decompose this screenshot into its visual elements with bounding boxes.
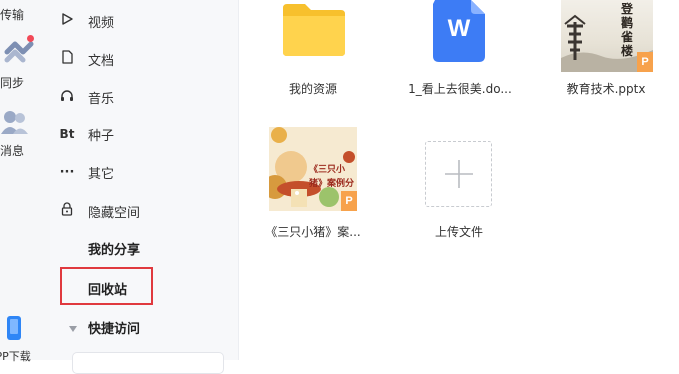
file-name[interactable]: 《三只小猪》案... — [248, 223, 378, 240]
sidebar-item-torrent[interactable]: Bt 种子 — [60, 122, 115, 146]
rail-app-download-label[interactable]: APP下载 — [0, 348, 31, 364]
file-tile-pptx-2[interactable]: 《三只小猪》案例分 P — [269, 127, 357, 211]
ppt-badge: P — [637, 52, 653, 72]
pptx-thumb-text: 登鹳雀楼 — [621, 2, 634, 58]
message-icon[interactable] — [0, 108, 30, 136]
notification-dot — [27, 35, 34, 42]
file-name[interactable]: 1_看上去很美.do... — [395, 80, 525, 97]
sidebar-item-document[interactable]: 文档 — [62, 47, 115, 71]
bt-icon: Bt — [59, 127, 75, 141]
sidebar-item-label: 视频 — [88, 15, 115, 31]
quick-access-label: 快捷访问 — [88, 321, 141, 337]
file-tile-word[interactable]: W — [431, 0, 487, 62]
file-tile-pptx-1[interactable]: 登鹳雀楼 P — [561, 0, 653, 72]
file-name[interactable]: 我的资源 — [248, 80, 378, 97]
sidebar-item-label: 文档 — [88, 53, 115, 69]
phone-icon[interactable] — [6, 315, 22, 341]
file-tile-folder[interactable] — [279, 0, 349, 66]
sidebar-item-label: 其它 — [88, 166, 115, 182]
sidebar-item-video[interactable]: 视频 — [62, 9, 115, 33]
file-name[interactable]: 教育技术.pptx — [541, 80, 671, 97]
document-icon — [52, 50, 82, 68]
pptx-thumb-text: 《三只小猪》案例分 — [309, 165, 355, 189]
upload-label[interactable]: 上传文件 — [394, 223, 524, 240]
sidebar: 视频 文档 音乐 Bt 种子 ··· 其它 隐藏空间 我的分享 回收站 快捷访问 — [50, 0, 239, 374]
folder-icon — [283, 4, 345, 56]
caret-down-icon — [69, 321, 77, 336]
sidebar-item-label: 种子 — [88, 128, 115, 144]
left-rail: 传输 同步 消息 APP下载 — [0, 0, 50, 363]
headphones-icon — [52, 89, 82, 106]
upload-button[interactable] — [425, 141, 492, 207]
ppt-badge: P — [341, 191, 357, 211]
word-badge: W — [447, 15, 471, 42]
video-icon — [52, 13, 82, 29]
sidebar-item-hidden-space[interactable]: 隐藏空间 — [61, 199, 141, 223]
sidebar-quick-access[interactable]: 快捷访问 — [69, 315, 141, 339]
recycle-bin-highlight — [60, 267, 153, 305]
plus-icon — [444, 160, 473, 188]
quick-access-slot[interactable] — [72, 352, 224, 374]
rail-transfer-label[interactable]: 传输 — [0, 6, 24, 23]
sidebar-item-music[interactable]: 音乐 — [61, 85, 115, 109]
lock-icon — [52, 202, 82, 220]
sidebar-item-label: 隐藏空间 — [88, 205, 141, 221]
rail-sync-label[interactable]: 同步 — [0, 74, 24, 91]
rail-message-label[interactable]: 消息 — [0, 142, 24, 159]
sync-icon[interactable] — [4, 38, 38, 68]
more-icon: ··· — [59, 164, 75, 180]
sidebar-item-label: 音乐 — [88, 91, 115, 107]
sidebar-item-other[interactable]: ··· 其它 — [60, 160, 115, 184]
sidebar-my-share[interactable]: 我的分享 — [88, 236, 140, 260]
